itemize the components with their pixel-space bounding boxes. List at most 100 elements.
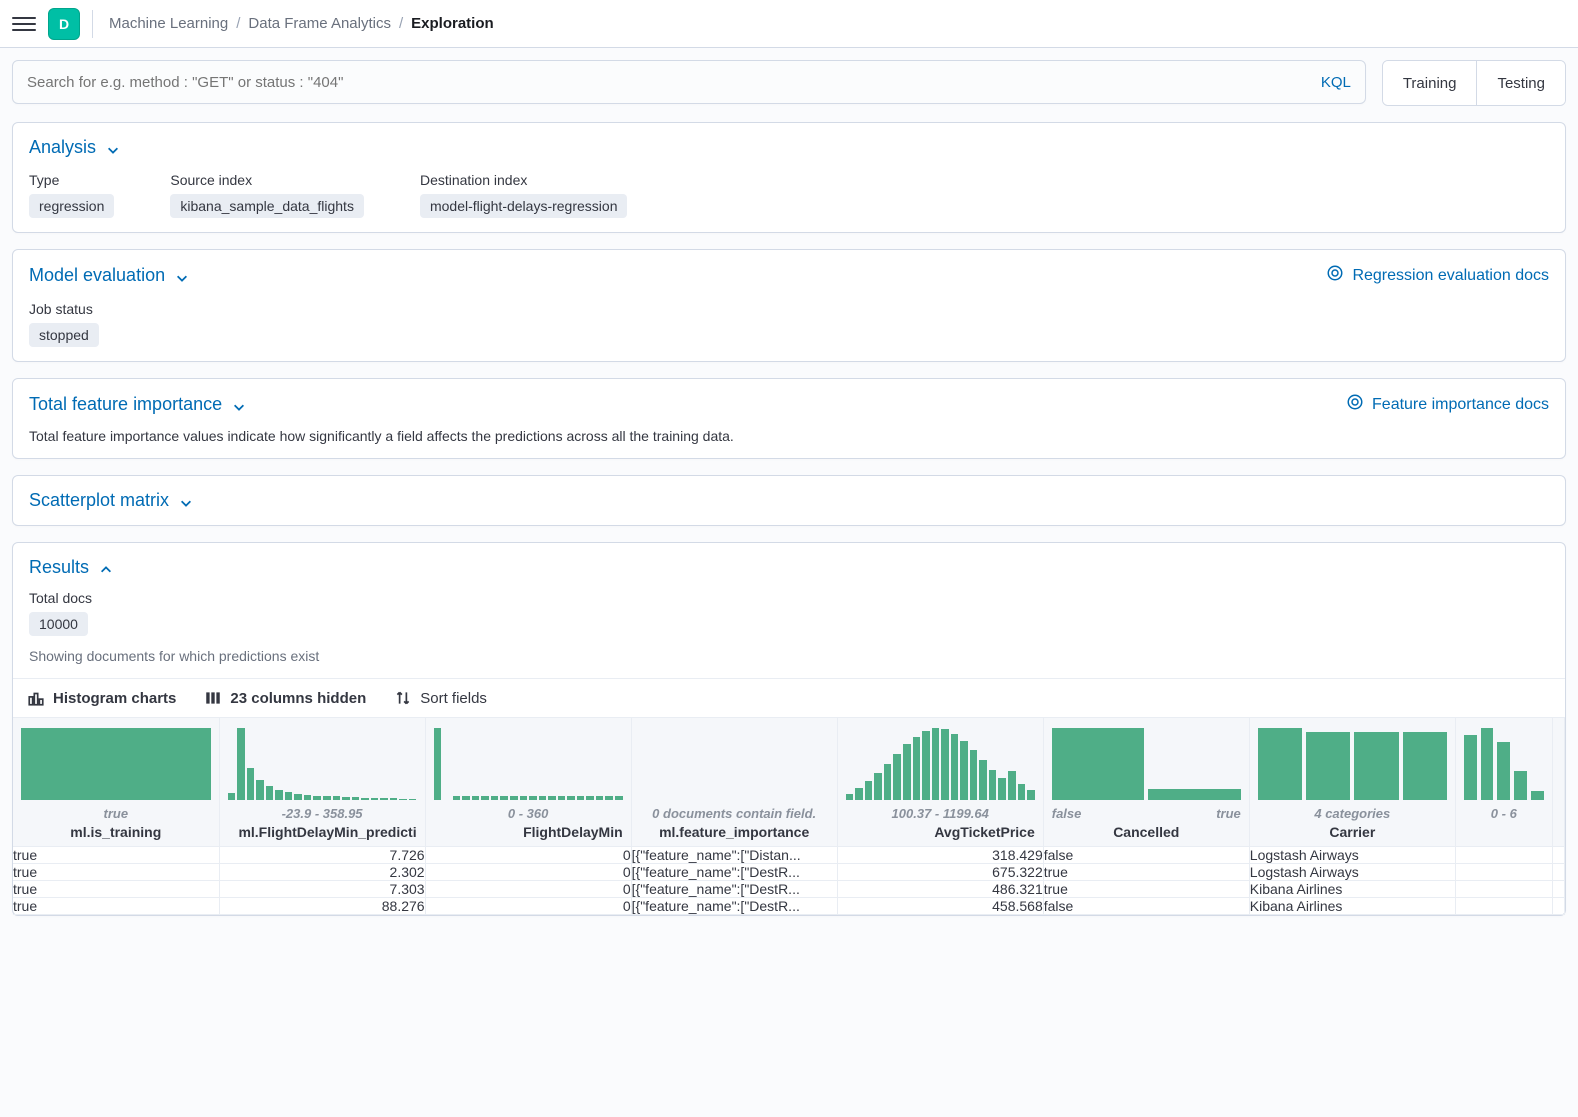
breadcrumb-item[interactable]: Data Frame Analytics (248, 15, 391, 32)
cell: true (13, 881, 219, 898)
results-table: trueml.is_training -23.9 - 358.95 ml.Fligh… (13, 718, 1565, 915)
column-histogram (1052, 724, 1241, 800)
total-docs-value: 10000 (29, 612, 88, 636)
column-histogram (1464, 724, 1544, 800)
source-index-value: kibana_sample_data_flights (170, 194, 364, 218)
toolbar-label: 23 columns hidden (230, 690, 366, 707)
breadcrumb-sep: / (236, 15, 240, 32)
column-header[interactable]: trueml.is_training (13, 718, 219, 847)
panel-title-label: Model evaluation (29, 265, 165, 286)
cell: false (1043, 847, 1249, 864)
analysis-accordion[interactable]: Analysis (29, 137, 120, 158)
regression-docs-link[interactable]: Regression evaluation docs (1326, 264, 1549, 287)
column-header[interactable]: 0 - 6 (1455, 718, 1552, 847)
column-name: ml.feature_importance (640, 824, 829, 840)
cell (1455, 881, 1552, 898)
column-header[interactable]: 100.37 - 1199.64 AvgTicketPrice (837, 718, 1043, 847)
link-text: Regression evaluation docs (1352, 267, 1549, 285)
cell: 318.429 (837, 847, 1043, 864)
column-name: Carrier (1258, 824, 1447, 840)
target-icon (1346, 393, 1364, 416)
column-range: 0 documents contain field. (640, 806, 829, 822)
cell: Kibana Airlines (1249, 898, 1455, 915)
job-status-label: Job status (29, 301, 99, 317)
cell: 7.726 (219, 847, 425, 864)
total-docs-label: Total docs (29, 590, 92, 606)
model-eval-accordion[interactable]: Model evaluation (29, 265, 189, 286)
cell: Logstash Airways (1249, 847, 1455, 864)
kql-toggle[interactable]: KQL (1321, 74, 1351, 91)
cell: 675.322 (837, 864, 1043, 881)
feature-importance-desc: Total feature importance values indicate… (29, 428, 1549, 444)
column-histogram (640, 724, 829, 800)
search-input[interactable] (27, 74, 1321, 91)
breadcrumb-sep: / (399, 15, 403, 32)
feature-importance-accordion[interactable]: Total feature importance (29, 394, 246, 415)
column-histogram (21, 724, 211, 800)
brand-badge[interactable]: D (48, 8, 80, 40)
chevron-down-icon (232, 398, 246, 412)
search-box[interactable]: KQL (12, 60, 1366, 104)
cell: 458.568 (837, 898, 1043, 915)
cell: [{"feature_name":["Distan... (631, 847, 837, 864)
column-range: 0 - 360 (434, 806, 623, 822)
column-range: 100.37 - 1199.64 (846, 806, 1035, 822)
table-row[interactable]: true7.7260[{"feature_name":["Distan...31… (13, 847, 1565, 864)
table-row[interactable]: true88.2760[{"feature_name":["DestR...45… (13, 898, 1565, 915)
column-range: 4 categories (1258, 806, 1447, 822)
cell: true (1043, 864, 1249, 881)
cell: 7.303 (219, 881, 425, 898)
histogram-charts-toggle[interactable]: Histogram charts (27, 689, 176, 707)
column-header[interactable]: 0 documents contain field. ml.feature_imp… (631, 718, 837, 847)
column-header[interactable]: falsetrueCancelled (1043, 718, 1249, 847)
cell (1455, 898, 1552, 915)
bar-chart-icon (27, 689, 45, 707)
column-name: ml.FlightDelayMin_predicti (228, 824, 417, 840)
column-header[interactable]: 4 categories Carrier (1249, 718, 1455, 847)
sort-fields-button[interactable]: Sort fields (394, 689, 487, 707)
columns-icon (204, 689, 222, 707)
cell: false (1043, 898, 1249, 915)
dest-index-label: Destination index (420, 172, 628, 188)
target-icon (1326, 264, 1344, 287)
results-accordion[interactable]: Results (29, 557, 113, 578)
cell (1455, 847, 1552, 864)
cell: [{"feature_name":["DestR... (631, 864, 837, 881)
testing-button[interactable]: Testing (1476, 61, 1565, 105)
chevron-down-icon (179, 494, 193, 508)
column-range: falsetrue (1052, 806, 1241, 822)
panel-title-label: Analysis (29, 137, 96, 158)
separator (92, 10, 93, 38)
source-index-label: Source index (170, 172, 364, 188)
cell: true (13, 898, 219, 915)
job-status-value: stopped (29, 323, 99, 347)
type-value: regression (29, 194, 114, 218)
feature-importance-docs-link[interactable]: Feature importance docs (1346, 393, 1549, 416)
cell: 0 (425, 881, 631, 898)
cell: 2.302 (219, 864, 425, 881)
column-histogram (846, 724, 1035, 800)
training-button[interactable]: Training (1383, 61, 1477, 105)
breadcrumb-item[interactable]: Machine Learning (109, 15, 228, 32)
column-header[interactable]: 0 - 360FlightDelayMin (425, 718, 631, 847)
scatterplot-accordion[interactable]: Scatterplot matrix (29, 490, 193, 511)
column-name: AvgTicketPrice (846, 824, 1035, 840)
table-row[interactable]: true 2.3020[{"feature_name":["DestR...675… (13, 864, 1565, 881)
toolbar-label: Sort fields (420, 690, 487, 707)
columns-hidden-button[interactable]: 23 columns hidden (204, 689, 366, 707)
cell: Logstash Airways (1249, 864, 1455, 881)
cell: 0 (425, 847, 631, 864)
breadcrumb: Machine Learning / Data Frame Analytics … (109, 15, 494, 32)
column-range: -23.9 - 358.95 (228, 806, 417, 822)
column-header[interactable]: -23.9 - 358.95 ml.FlightDelayMin_predicti (219, 718, 425, 847)
column-histogram (228, 724, 417, 800)
panel-title-label: Total feature importance (29, 394, 222, 415)
cell: true (1043, 881, 1249, 898)
column-histogram (434, 724, 623, 800)
table-row[interactable]: true7.3030[{"feature_name":["DestR...486… (13, 881, 1565, 898)
menu-toggle[interactable] (12, 12, 36, 36)
panel-title-label: Results (29, 557, 89, 578)
cell: 0 (425, 864, 631, 881)
cell: [{"feature_name":["DestR... (631, 881, 837, 898)
link-text: Feature importance docs (1372, 396, 1549, 414)
